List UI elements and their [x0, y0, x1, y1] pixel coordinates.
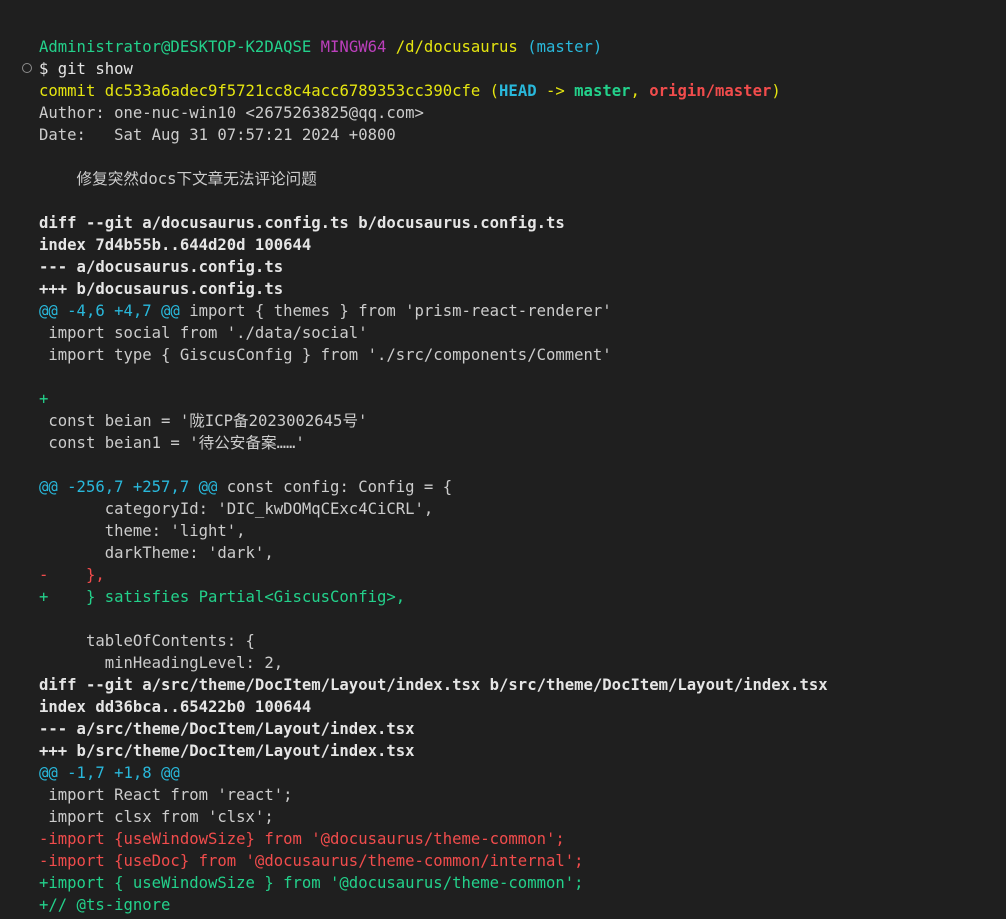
prompt-path: /d/docusaurus	[395, 38, 518, 56]
diff-context-line	[39, 366, 1006, 388]
commit-author: Author: one-nuc-win10 <2675263825@qq.com…	[39, 104, 424, 122]
commit-date: Date: Sat Aug 31 07:57:21 2024 +0800	[39, 126, 396, 144]
command-line: $ git show	[39, 60, 133, 78]
commit-hash: dc533a6adec9f5721cc8c4acc6789353cc390cfe	[104, 82, 481, 100]
diff-index: index 7d4b55b..644d20d 100644	[39, 236, 312, 254]
ref-open: (	[489, 82, 500, 100]
diff-context-line: import clsx from 'clsx';	[39, 808, 274, 826]
commit-label: commit	[39, 82, 96, 100]
prompt-branch: (master)	[527, 38, 603, 56]
prompt-shell: MINGW64	[320, 38, 387, 56]
diff-context-line: categoryId: 'DIC_kwDOMqCExc4CiCRL',	[39, 500, 434, 518]
prompt-user-host: Administrator@DESKTOP-K2DAQSE	[39, 38, 312, 56]
diff-added-line: +// @ts-ignore	[39, 896, 171, 914]
diff-removed-line: -import {useDoc} from '@docusaurus/theme…	[39, 852, 584, 870]
diff-context-line: tableOfContents: {	[39, 632, 255, 650]
diff-context-line	[39, 608, 1006, 630]
hunk-context: const config: Config = {	[217, 478, 453, 496]
ref-comma: ,	[630, 82, 650, 100]
diff-context-line: darkTheme: 'dark',	[39, 544, 274, 562]
hunk-header: @@ -4,6 +4,7 @@ import { themes } from '…	[39, 300, 1006, 322]
terminal-output: Administrator@DESKTOP-K2DAQSE MINGW64 /d…	[39, 36, 1006, 916]
diff-context-line: minHeadingLevel: 2,	[39, 654, 284, 672]
commit-message: 修复突然docs下文章无法评论问题	[39, 170, 317, 188]
diff-plus-file: +++ b/src/theme/DocItem/Layout/index.tsx	[39, 742, 415, 760]
diff-added-line: +import { useWindowSize } from '@docusau…	[39, 874, 584, 892]
ref-master: master	[574, 82, 631, 100]
diff-removed-line: - },	[39, 566, 105, 584]
ref-close: )	[771, 82, 781, 100]
diff-added-line: +	[39, 390, 49, 408]
diff-context-line: import type { GiscusConfig } from './src…	[39, 346, 612, 364]
ref-origin: origin/master	[649, 82, 772, 100]
hunk-range: @@ -256,7 +257,7 @@	[39, 478, 218, 496]
diff-context-line: import social from './data/social'	[39, 324, 368, 342]
diff-plus-file: +++ b/docusaurus.config.ts	[39, 280, 284, 298]
diff-header: diff --git a/src/theme/DocItem/Layout/in…	[39, 676, 828, 694]
diff-context-line: theme: 'light',	[39, 522, 246, 540]
diff-header: diff --git a/docusaurus.config.ts b/docu…	[39, 214, 565, 232]
hunk-context: import { themes } from 'prism-react-rend…	[179, 302, 612, 320]
diff-context-line: const beian = '陇ICP备2023002645号'	[39, 412, 368, 430]
diff-added-line: + } satisfies Partial<GiscusConfig>,	[39, 588, 406, 606]
diff-minus-file: --- a/src/theme/DocItem/Layout/index.tsx	[39, 720, 415, 738]
diff-minus-file: --- a/docusaurus.config.ts	[39, 258, 284, 276]
ref-arrow: ->	[536, 82, 575, 100]
hunk-header: @@ -1,7 +1,8 @@	[39, 764, 180, 782]
hunk-range: @@ -4,6 +4,7 @@	[39, 302, 180, 320]
diff-index: index dd36bca..65422b0 100644	[39, 698, 312, 716]
commit-line: commit dc533a6adec9f5721cc8c4acc6789353c…	[39, 80, 1006, 102]
command-decoration-icon[interactable]	[22, 63, 32, 73]
ref-head: HEAD	[499, 82, 537, 100]
diff-removed-line: -import {useWindowSize} from '@docusauru…	[39, 830, 565, 848]
diff-context-line: import React from 'react';	[39, 786, 293, 804]
diff-context-line	[39, 454, 1006, 476]
diff-context-line: const beian1 = '待公安备案……'	[39, 434, 305, 452]
shell-prompt: Administrator@DESKTOP-K2DAQSE MINGW64 /d…	[39, 36, 1006, 58]
hunk-header: @@ -256,7 +257,7 @@ const config: Config…	[39, 476, 1006, 498]
terminal-window[interactable]: Administrator@DESKTOP-K2DAQSE MINGW64 /d…	[0, 0, 1006, 919]
